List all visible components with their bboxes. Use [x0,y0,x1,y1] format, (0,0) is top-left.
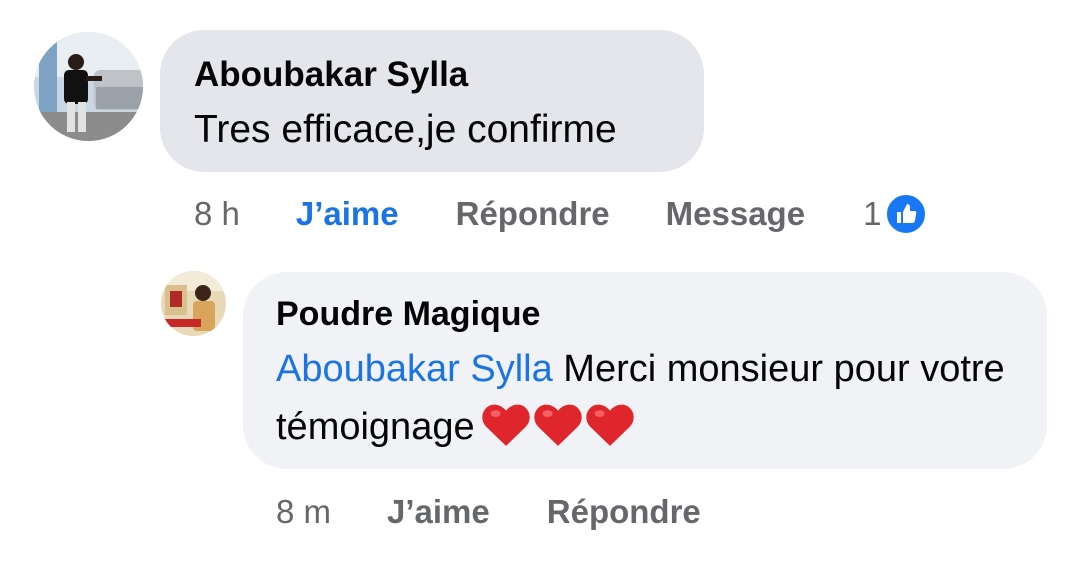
like-button[interactable]: J’aime [296,195,399,233]
heart-icon [481,404,530,446]
comment-author[interactable]: Poudre Magique [276,294,1013,334]
reply-actions: 8 m J’aime Répondre [276,490,701,534]
comment-timestamp[interactable]: 8 h [194,195,240,233]
avatar[interactable] [161,271,226,336]
like-button[interactable]: J’aime [387,493,490,531]
reply-button[interactable]: Répondre [456,195,610,233]
comment-text: Tres efficace,je confirme [194,108,617,151]
comment-author[interactable]: Aboubakar Sylla [194,54,670,96]
mention-link[interactable]: Aboubakar Sylla [276,348,553,390]
reply-button[interactable]: Répondre [547,493,701,531]
comment-text: Aboubakar Sylla Merci monsieur pour votr… [276,340,1013,464]
like-icon [885,193,928,235]
reaction-count: 1 [863,195,882,232]
heart-icon [533,404,582,446]
comment-timestamp[interactable]: 8 m [276,493,331,531]
message-button[interactable]: Message [666,195,805,233]
reply-bubble: Poudre Magique Aboubakar Sylla Merci mon… [243,272,1047,469]
reaction-summary[interactable]: 1 [863,193,928,235]
comment-bubble: Aboubakar Sylla Tres efficace,je confirm… [160,30,704,172]
avatar[interactable] [34,32,143,141]
heart-icon [585,404,634,446]
comment-actions: 8 h J’aime Répondre Message 1 [194,192,928,236]
heart-emoji-group [481,401,637,464]
